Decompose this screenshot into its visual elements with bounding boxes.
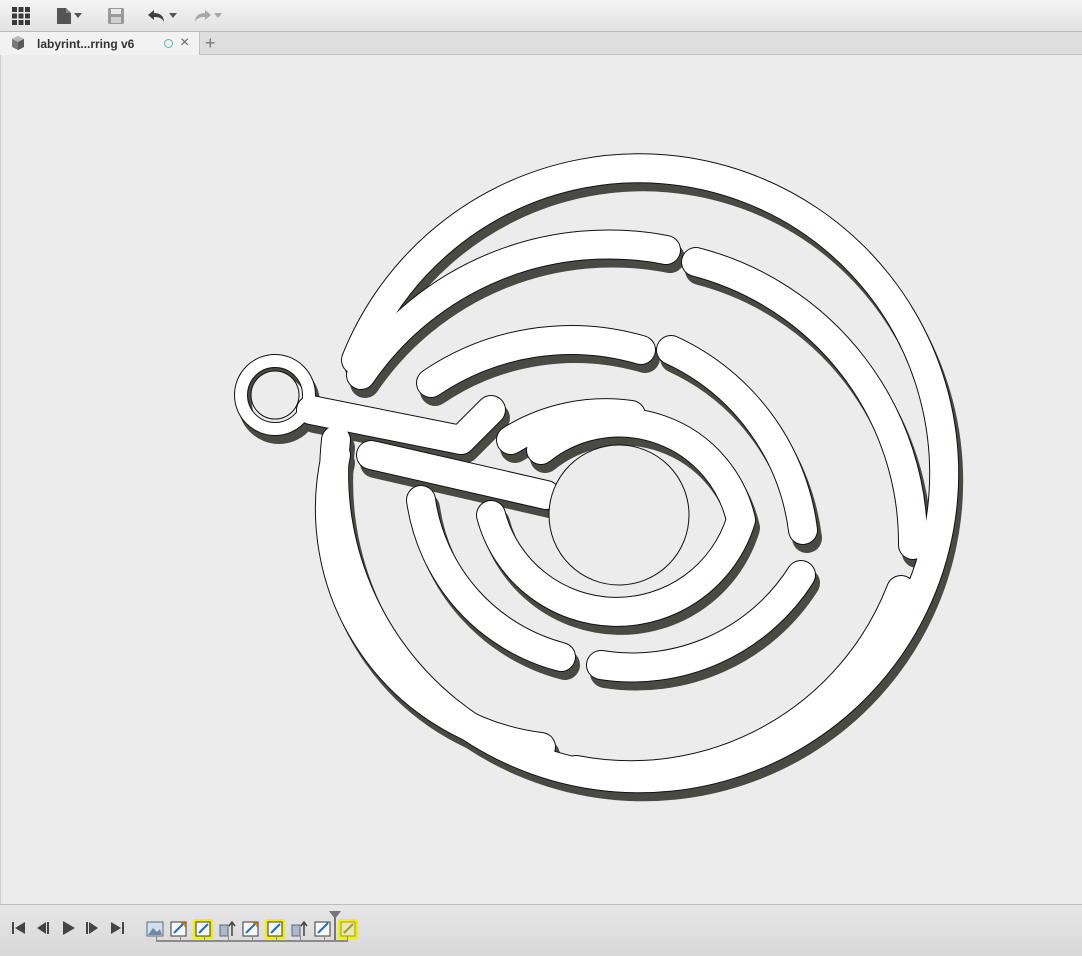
timeline-feature-extrude[interactable] [217, 919, 237, 939]
timeline-tick [156, 936, 157, 942]
labyrinth-earring-model[interactable] [1, 55, 1082, 904]
timeline-tick [300, 936, 301, 942]
previous-step-icon[interactable] [34, 919, 52, 937]
sketch-icon [242, 921, 259, 937]
tab-labyrinth-earring[interactable]: labyrint...rring v6 × [0, 32, 200, 55]
chevron-down-icon [169, 13, 177, 18]
sketch-icon [340, 921, 356, 937]
timeline-tick [180, 936, 181, 942]
redo-icon [195, 10, 211, 22]
grid-icon[interactable] [11, 4, 31, 28]
timeline-tick [276, 936, 277, 942]
first-frame-icon[interactable] [10, 919, 28, 937]
timeline-bar [0, 904, 1082, 956]
component-icon [12, 36, 24, 50]
chevron-down-icon [74, 13, 82, 18]
timeline-feature-sketch[interactable] [145, 919, 165, 939]
sketch-icon [170, 921, 187, 937]
document-icon [57, 8, 71, 24]
app-window: labyrint...rring v6 × + [0, 0, 1082, 956]
sketch-icon [267, 921, 283, 937]
save-button[interactable] [107, 4, 125, 28]
next-step-icon[interactable] [83, 919, 101, 937]
canvas-image-icon [146, 921, 164, 937]
timeline-tick [228, 936, 229, 942]
3d-viewport[interactable] [0, 55, 1082, 904]
hook-hole [250, 370, 300, 420]
unsaved-status-icon [164, 39, 173, 48]
tab-label: labyrint...rring v6 [37, 37, 135, 51]
new-tab-button[interactable]: + [205, 33, 216, 53]
undo-button[interactable] [147, 4, 177, 28]
sketch-icon [314, 921, 331, 937]
timeline-feature-derive[interactable] [169, 919, 189, 939]
undo-icon [148, 10, 164, 22]
file-menu-button[interactable] [56, 4, 82, 28]
timeline-marker-line [334, 918, 336, 940]
last-frame-icon[interactable] [108, 919, 126, 937]
timeline-feature-derive[interactable] [241, 919, 261, 939]
sketch-icon [195, 921, 211, 937]
timeline-tick [347, 936, 348, 942]
redo-button[interactable] [192, 4, 222, 28]
timeline-tick [324, 936, 325, 942]
top-toolbar [0, 0, 1082, 32]
timeline-feature-derive[interactable] [313, 919, 333, 939]
chevron-down-icon [214, 13, 222, 18]
center-hole [548, 444, 690, 586]
timeline-feature-derive-highlighted[interactable] [193, 919, 213, 939]
timeline-tick [252, 936, 253, 942]
timeline-tick [204, 936, 205, 942]
extrude-icon [291, 920, 308, 937]
timeline-feature-extrude[interactable] [289, 919, 309, 939]
extrude-icon [219, 920, 236, 937]
close-tab-button[interactable]: × [180, 34, 189, 52]
play-icon[interactable] [59, 919, 77, 937]
save-icon [108, 8, 124, 24]
timeline-feature-derive-highlighted[interactable] [265, 919, 285, 939]
timeline-feature-derive-highlighted[interactable] [338, 919, 358, 939]
document-tab-bar: labyrint...rring v6 × + [0, 32, 1082, 55]
